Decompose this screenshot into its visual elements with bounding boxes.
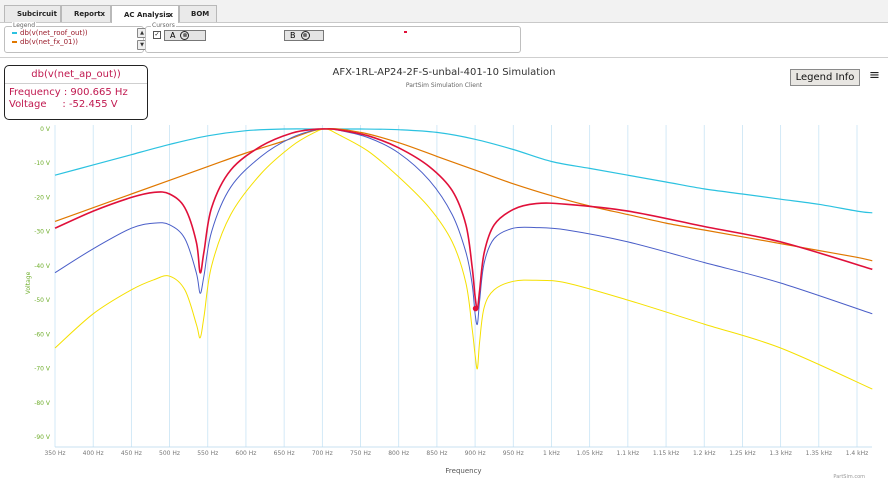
y-tick-label: -70 V [34, 366, 51, 373]
x-tick-label: 800 Hz [388, 450, 409, 457]
x-tick-label: 1.2 kHz [693, 450, 716, 457]
x-tick-label: 1 kHz [543, 450, 560, 457]
x-tick-label: 400 Hz [83, 450, 104, 457]
x-tick-label: 1.3 kHz [769, 450, 792, 457]
x-tick-label: 500 Hz [159, 450, 180, 457]
series-line-0 [54, 128, 873, 214]
x-tick-label: 750 Hz [350, 450, 371, 457]
x-tick-label: 1.1 kHz [617, 450, 640, 457]
x-tick-label: 950 Hz [503, 450, 524, 457]
y-tick-label: -50 V [34, 297, 51, 304]
y-tick-label: -40 V [34, 263, 51, 270]
x-tick-label: 1.35 kHz [806, 450, 832, 457]
x-tick-label: 900 Hz [465, 450, 486, 457]
x-axis-label: Frequency [445, 467, 481, 475]
x-tick-label: 700 Hz [312, 450, 333, 457]
y-tick-label: 0 V [40, 126, 51, 133]
x-tick-label: 650 Hz [274, 450, 295, 457]
x-tick-label: 850 Hz [426, 450, 447, 457]
series-line-3 [54, 128, 873, 390]
x-tick-label: 1.25 kHz [729, 450, 755, 457]
readout-voltage: Voltage : -52.455 V [9, 99, 118, 110]
readout-frequency: Frequency : 900.665 Hz [9, 87, 128, 98]
y-tick-label: -80 V [34, 400, 51, 407]
y-tick-label: -90 V [34, 434, 51, 441]
y-tick-label: -10 V [34, 160, 51, 167]
x-tick-label: 450 Hz [121, 450, 142, 457]
x-tick-label: 350 Hz [44, 450, 65, 457]
series-line-2 [54, 128, 873, 326]
x-tick-label: 1.15 kHz [653, 450, 679, 457]
y-tick-label: -30 V [34, 229, 51, 236]
x-tick-label: 550 Hz [197, 450, 218, 457]
cursor-readout: db(v(net_ap_out)) Frequency : 900.665 Hz… [4, 65, 148, 120]
x-tick-label: 1.05 kHz [576, 450, 602, 457]
x-tick-label: 1.4 kHz [846, 450, 869, 457]
y-axis-label: Voltage [25, 271, 32, 294]
y-tick-label: -20 V [34, 194, 51, 201]
cursor-marker [472, 305, 479, 312]
series-line-4 [54, 128, 873, 310]
readout-signal: db(v(net_ap_out)) [5, 66, 147, 84]
x-tick-label: 600 Hz [235, 450, 256, 457]
y-tick-label: -60 V [34, 331, 51, 338]
